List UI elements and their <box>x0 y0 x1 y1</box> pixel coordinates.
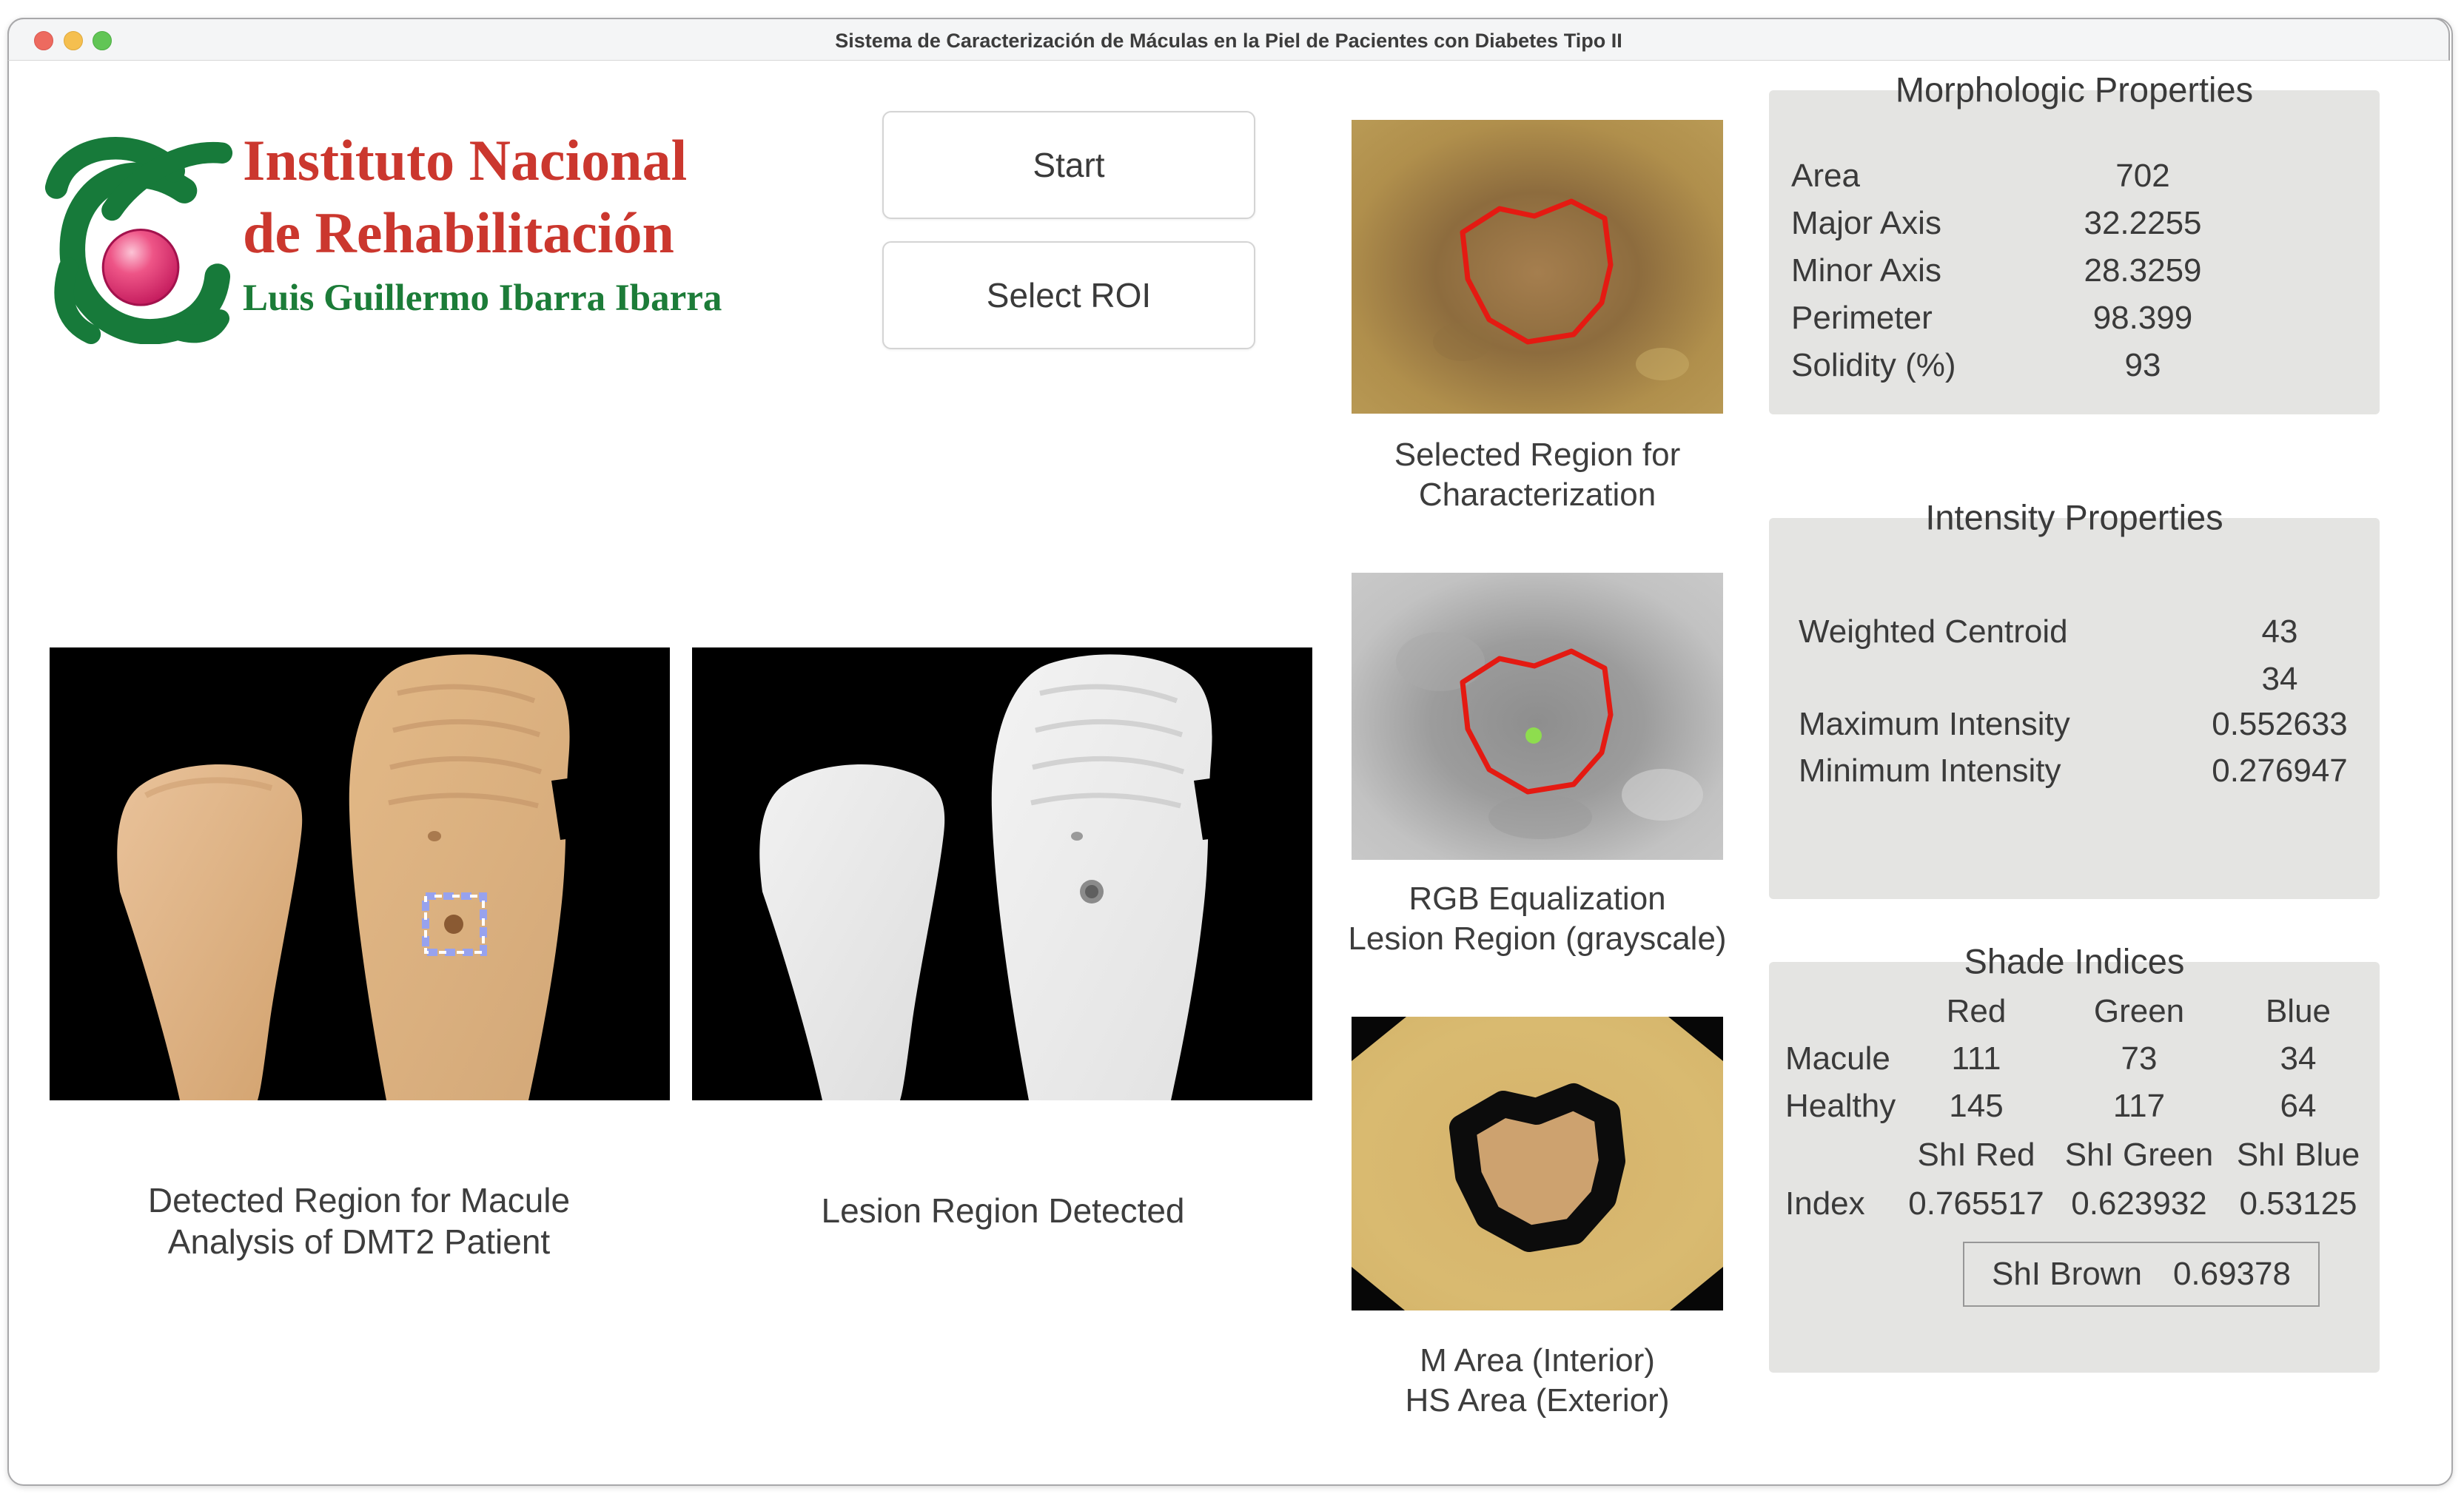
shade-title: Shade Indices <box>1769 941 2380 981</box>
selected-region-caption: Selected Region for Characterization <box>1271 435 1804 514</box>
shi-brown-value: 0.69378 <box>2173 1256 2291 1293</box>
select-roi-button[interactable]: Select ROI <box>882 241 1255 349</box>
lesion-region-image <box>692 647 1312 1100</box>
m-area-image <box>1352 1017 1723 1310</box>
centroid-marker-icon <box>1525 727 1542 744</box>
logo-text-line2: de Rehabilitación <box>243 204 674 262</box>
rgb-equalization-caption: RGB Equalization Lesion Region (grayscal… <box>1271 879 1804 958</box>
shi-brown-box: ShI Brown 0.69378 <box>1963 1242 2320 1307</box>
logo-text-line3: Luis Guillermo Ibarra Ibarra <box>243 280 722 317</box>
shade-row-healthy: Healthy 145 117 64 <box>1776 1086 2372 1126</box>
intensity-row-centroid-y: 34 <box>1799 660 2376 699</box>
leg-notch <box>551 773 609 840</box>
lesion-spot-gray <box>1085 885 1098 898</box>
morphologic-row-solidity: Solidity (%) 93 <box>1791 346 2250 385</box>
macule-spot <box>444 915 463 934</box>
detected-region-caption: Detected Region for Macule Analysis of D… <box>93 1180 625 1262</box>
inr-logo-icon <box>43 118 234 344</box>
morphologic-row-area: Area 702 <box>1791 157 2250 195</box>
detected-region-image <box>50 647 670 1100</box>
intensity-row-min: Minimum Intensity 0.276947 <box>1799 752 2376 790</box>
m-area-caption: M Area (Interior) HS Area (Exterior) <box>1271 1341 1804 1420</box>
shi-brown-label: ShI Brown <box>1992 1256 2142 1293</box>
morphologic-title: Morphologic Properties <box>1769 69 2380 110</box>
start-button[interactable]: Start <box>882 111 1255 219</box>
morphologic-row-major-axis: Major Axis 32.2255 <box>1791 204 2250 243</box>
logo-text-line1: Instituto Nacional <box>243 132 687 189</box>
selected-region-image <box>1352 120 1723 414</box>
shade-row-macule: Macule 111 73 34 <box>1776 1039 2372 1079</box>
shade-shi-header-row: ShI Red ShI Green ShI Blue <box>1776 1135 2372 1175</box>
morphologic-row-perimeter: Perimeter 98.399 <box>1791 299 2250 337</box>
lesion-region-caption: Lesion Region Detected <box>736 1190 1269 1231</box>
intensity-row-max: Maximum Intensity 0.552633 <box>1799 705 2376 744</box>
shade-header-row: Red Green Blue <box>1776 992 2372 1032</box>
rgb-equalization-image <box>1352 573 1723 860</box>
intensity-title: Intensity Properties <box>1769 497 2380 537</box>
shade-index-row: Index 0.765517 0.623932 0.53125 <box>1776 1184 2372 1224</box>
macule-ring <box>1463 1097 1612 1239</box>
intensity-row-centroid: Weighted Centroid 43 <box>1799 613 2376 651</box>
window-title: Sistema de Caracterización de Máculas en… <box>7 30 2450 53</box>
morphologic-row-minor-axis: Minor Axis 28.3259 <box>1791 252 2250 290</box>
